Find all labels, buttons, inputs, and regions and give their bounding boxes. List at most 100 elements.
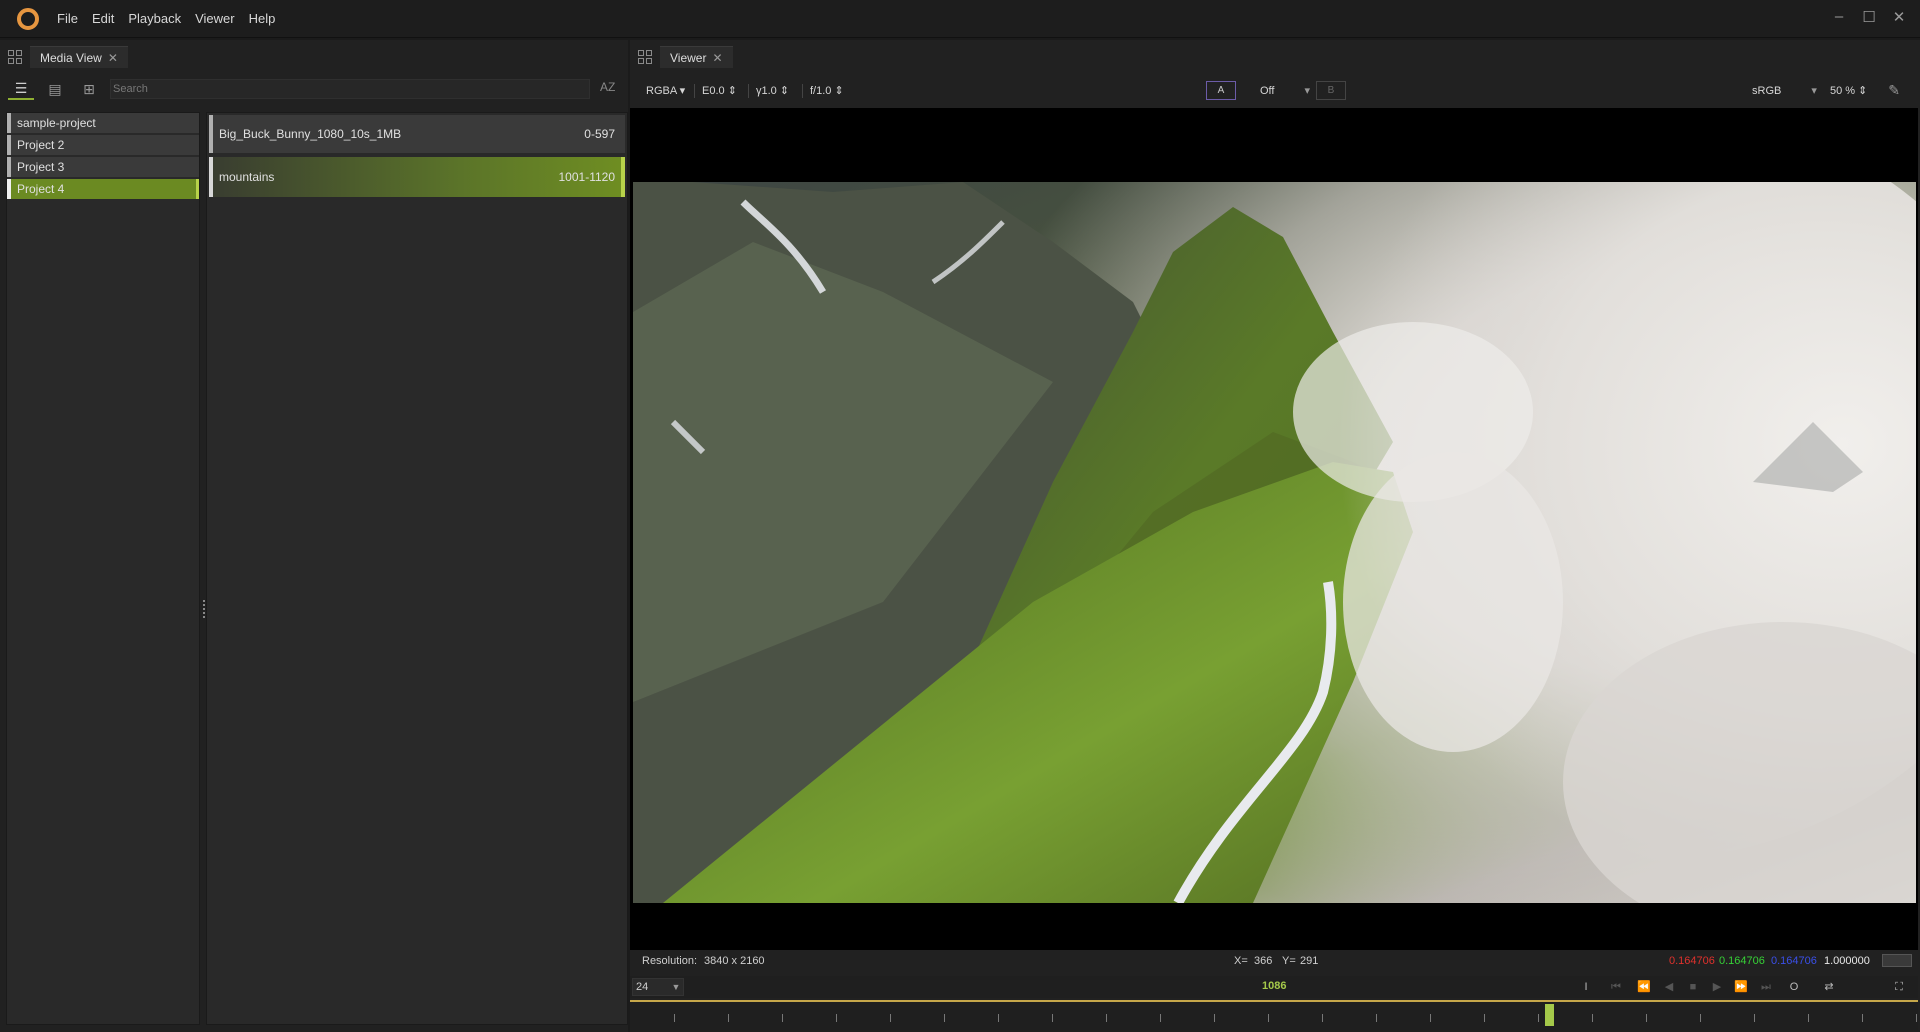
coord-y-value: 291: [1300, 955, 1319, 967]
skip-to-start-icon[interactable]: ⏮: [1605, 978, 1627, 996]
timeline-tick: [1754, 1014, 1755, 1022]
compare-b-button[interactable]: B: [1316, 81, 1346, 100]
list-view-icon[interactable]: ☰: [8, 78, 34, 100]
menu-edit[interactable]: Edit: [92, 11, 114, 26]
loop-point-icon[interactable]: O: [1783, 978, 1805, 996]
current-frame-display: 1086: [1262, 980, 1287, 992]
play-icon[interactable]: ▶: [1706, 978, 1728, 996]
image-viewport[interactable]: [630, 108, 1918, 950]
timeline-tick: [1700, 1014, 1701, 1022]
step-forward-icon[interactable]: ⏩: [1730, 978, 1752, 996]
coord-y-label: Y=: [1282, 955, 1296, 967]
media-item-name: mountains: [219, 170, 275, 184]
timeline-tick: [1430, 1014, 1431, 1022]
coord-x-label: X=: [1234, 955, 1248, 967]
layout-grid-icon[interactable]: [8, 50, 22, 64]
timeline-tick: [728, 1014, 729, 1022]
in-out-marker-icon[interactable]: I: [1575, 978, 1597, 996]
project-item[interactable]: sample-project: [7, 113, 199, 133]
timeline-tick: [998, 1014, 999, 1022]
pixel-red-value: 0.164706: [1669, 955, 1715, 967]
fstop-spinner[interactable]: f/1.0 ⇕: [810, 84, 844, 97]
fps-dropdown-icon[interactable]: ▼: [668, 978, 684, 996]
skip-to-end-icon[interactable]: ⏭: [1755, 978, 1777, 996]
compare-mode-value: Off: [1260, 85, 1275, 97]
timeline-tick: [1592, 1014, 1593, 1022]
fullscreen-icon[interactable]: ⛶: [1888, 978, 1910, 996]
channel-dropdown[interactable]: RGBA ▾: [646, 84, 685, 97]
exposure-value: E0.0: [702, 85, 725, 97]
maximize-icon[interactable]: ☐: [1862, 8, 1876, 26]
timeline-tick: [1106, 1014, 1107, 1022]
pixel-blue-value: 0.164706: [1771, 955, 1817, 967]
gamma-spinner[interactable]: γ1.0 ⇕: [756, 84, 789, 97]
display-value: sRGB: [1752, 85, 1782, 97]
step-back-icon[interactable]: ⏪: [1633, 978, 1655, 996]
timeline-tick: [1214, 1014, 1215, 1022]
viewer-toolbar: RGBA ▾ E0.0 ⇕ γ1.0 ⇕ f/1.0 ⇕ A Off ▾ B sR…: [630, 78, 1920, 106]
timeline-scrubber[interactable]: [630, 1000, 1918, 1030]
close-window-icon[interactable]: ✕: [1892, 8, 1906, 26]
pixel-green-value: 0.164706: [1719, 955, 1765, 967]
media-item-selected[interactable]: mountains 1001-1120: [209, 157, 625, 197]
playhead-handle[interactable]: [1545, 1004, 1554, 1026]
exposure-spinner[interactable]: E0.0 ⇕: [702, 84, 737, 97]
compare-mode-dropdown[interactable]: Off ▾: [1260, 84, 1310, 97]
timeline-tick: [836, 1014, 837, 1022]
gamma-value: γ1.0: [756, 85, 777, 97]
tab-media-view[interactable]: Media View ✕: [30, 46, 128, 68]
media-item[interactable]: Big_Buck_Bunny_1080_10s_1MB 0-597: [209, 115, 625, 153]
tab-viewer[interactable]: Viewer ✕: [660, 46, 733, 68]
timeline-tick: [782, 1014, 783, 1022]
menu-file[interactable]: File: [57, 11, 78, 26]
toolbar-divider: [802, 84, 803, 98]
panel-splitter-handle[interactable]: [203, 600, 205, 618]
tab-viewer-label: Viewer: [670, 50, 707, 65]
menu-playback[interactable]: Playback: [128, 11, 181, 26]
stop-icon[interactable]: ■: [1682, 978, 1704, 996]
timeline-tick: [674, 1014, 675, 1022]
grid-view-icon[interactable]: ⊞: [76, 78, 102, 100]
close-tab-icon[interactable]: ✕: [712, 51, 722, 65]
play-reverse-icon[interactable]: ◀: [1658, 978, 1680, 996]
timeline-tick: [944, 1014, 945, 1022]
media-toolbar: ☰ ▤ ⊞ AZ: [0, 74, 628, 104]
window-controls: – ☐ ✕: [1832, 8, 1906, 26]
resolution-label: Resolution:: [642, 955, 698, 967]
compare-a-button[interactable]: A: [1206, 81, 1236, 100]
pixel-alpha-value: 1.000000: [1824, 955, 1870, 967]
sort-az-icon[interactable]: AZ: [600, 80, 615, 94]
search-input[interactable]: [110, 79, 590, 99]
zoom-spinner[interactable]: 50 % ⇕: [1830, 84, 1867, 97]
pixel-color-swatch: [1882, 954, 1912, 967]
timeline-tick: [1268, 1014, 1269, 1022]
coord-x-value: 366: [1254, 955, 1273, 967]
viewer-tabbar: Viewer ✕: [630, 46, 733, 68]
media-item-range: 1001-1120: [558, 170, 616, 184]
zoom-value: 50 %: [1830, 85, 1856, 97]
timeline-tick: [890, 1014, 891, 1022]
project-item[interactable]: Project 3: [7, 157, 199, 177]
media-tabbar: Media View ✕: [0, 46, 128, 68]
app-logo-icon: [17, 7, 39, 30]
detail-view-icon[interactable]: ▤: [42, 78, 68, 100]
mountain-scene-graphic: [633, 182, 1916, 903]
toolbar-divider: [748, 84, 749, 98]
resolution-value: 3840 x 2160: [704, 955, 765, 967]
layout-grid-icon[interactable]: [638, 50, 652, 64]
timeline-tick: [1916, 1014, 1917, 1022]
menu-viewer[interactable]: Viewer: [195, 11, 235, 26]
project-list: sample-project Project 2 Project 3 Proje…: [6, 112, 200, 1025]
viewer-panel: Viewer ✕ RGBA ▾ E0.0 ⇕ γ1.0 ⇕ f/1.0 ⇕ A …: [630, 40, 1920, 1032]
project-item[interactable]: Project 2: [7, 135, 199, 155]
close-tab-icon[interactable]: ✕: [108, 51, 118, 65]
annotate-pencil-icon[interactable]: ✎: [1888, 82, 1900, 99]
viewer-image: [633, 182, 1916, 903]
media-item-name: Big_Buck_Bunny_1080_10s_1MB: [219, 127, 402, 141]
project-item-selected[interactable]: Project 4: [7, 179, 199, 199]
display-dropdown[interactable]: sRGB ▾: [1752, 84, 1817, 97]
transport-bar: 24 ▼ 1086 I ⏮ ⏪ ◀ ■ ▶ ⏩ ⏭ O ⇄ ⛶: [630, 976, 1918, 998]
loop-mode-icon[interactable]: ⇄: [1818, 978, 1840, 996]
minimize-icon[interactable]: –: [1832, 8, 1846, 26]
menu-help[interactable]: Help: [249, 11, 276, 26]
